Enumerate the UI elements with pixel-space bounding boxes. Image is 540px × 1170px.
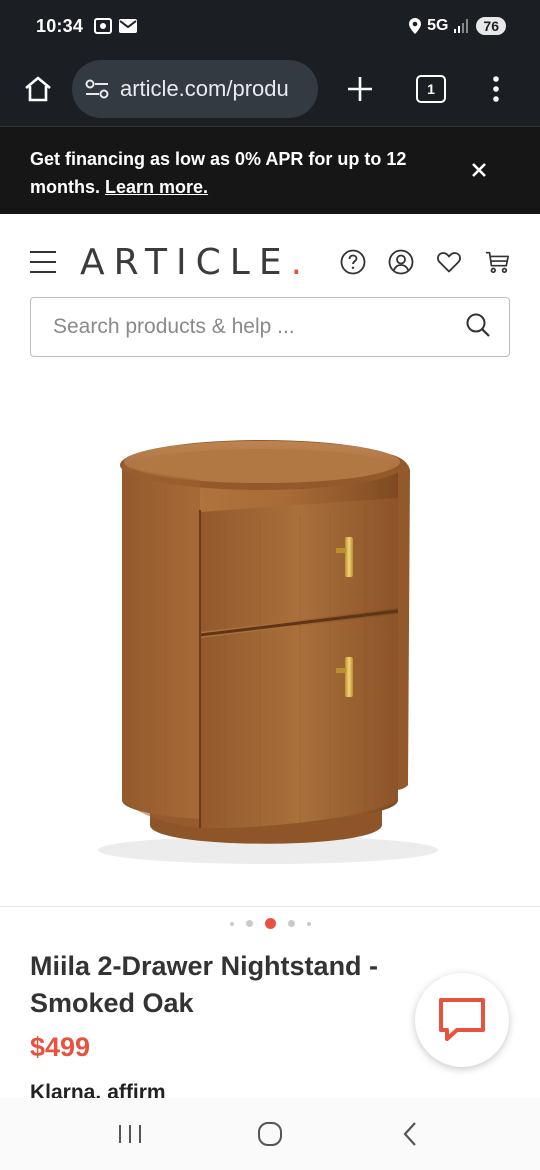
product-image[interactable] — [0, 380, 540, 900]
battery-indicator: 76 — [476, 17, 506, 35]
back-button[interactable] — [390, 1114, 430, 1154]
account-button[interactable] — [388, 249, 414, 275]
product-title: Miila 2-Drawer Nightstand - Smoked Oak — [30, 951, 379, 1018]
network-label: 5G — [427, 17, 449, 34]
carousel-dot[interactable] — [229, 921, 234, 926]
klarna-logo: Klarna. — [30, 1081, 102, 1098]
nightstand-image — [98, 440, 438, 864]
logo-dot: . — [290, 241, 303, 283]
product-price: $499 — [30, 1032, 91, 1062]
image-carousel-dots[interactable] — [0, 918, 540, 929]
cart-icon — [485, 251, 509, 274]
status-time: 10:34 — [36, 15, 84, 36]
url-text: article.com/produ — [120, 76, 289, 101]
home-circle-icon — [258, 1122, 282, 1146]
signal-icon — [454, 19, 469, 33]
browser-toolbar: article.com/produ 1 — [0, 52, 540, 126]
back-icon — [403, 1122, 416, 1146]
cart-button[interactable] — [484, 249, 510, 275]
search-input[interactable] — [53, 315, 465, 339]
plus-icon — [348, 77, 372, 101]
chat-button[interactable] — [415, 973, 509, 1067]
home-button[interactable] — [18, 69, 58, 109]
search-bar — [30, 297, 510, 357]
help-icon — [340, 249, 366, 275]
financing-banner-text: Get financing as low as 0% APR for up to… — [30, 145, 410, 201]
chat-icon — [439, 998, 485, 1041]
location-icon — [409, 18, 422, 34]
browser-menu-button[interactable] — [486, 71, 506, 107]
recent-apps-icon — [119, 1125, 141, 1143]
financing-text: Get financing as low as 0% APR for up to… — [30, 149, 407, 197]
recent-apps-button[interactable] — [110, 1114, 150, 1154]
status-notification-icons — [93, 17, 138, 35]
mail-icon — [119, 19, 138, 33]
header-icons — [340, 249, 510, 275]
address-bar[interactable]: article.com/produ — [72, 60, 318, 118]
status-bar: 10:34 5G 76 — [0, 0, 540, 52]
affirm-logo: affirm — [107, 1081, 166, 1098]
learn-more-link[interactable]: Learn more. — [105, 177, 208, 197]
home-icon — [25, 76, 51, 102]
new-tab-button[interactable] — [342, 71, 378, 107]
close-icon — [472, 163, 486, 177]
carousel-dot[interactable] — [245, 920, 253, 927]
help-button[interactable] — [340, 249, 366, 275]
financing-banner: Get financing as low as 0% APR for up to… — [0, 126, 540, 214]
carousel-dot[interactable] — [287, 920, 295, 927]
menu-icon[interactable] — [30, 251, 56, 273]
system-nav-bar — [0, 1098, 540, 1170]
user-icon — [388, 249, 414, 275]
site-settings-icon[interactable] — [84, 78, 110, 100]
heart-icon — [437, 252, 461, 273]
wishlist-button[interactable] — [436, 249, 462, 275]
close-banner-button[interactable] — [466, 157, 492, 183]
home-nav-button[interactable] — [250, 1114, 290, 1154]
search-icon — [466, 313, 490, 337]
article-logo[interactable]: ARTICLE. — [80, 242, 302, 283]
image-divider — [0, 906, 540, 907]
status-right: 5G 76 — [409, 17, 506, 35]
payment-options: Klarna. affirm — [30, 1078, 230, 1098]
tab-switcher-button[interactable]: 1 — [416, 75, 446, 103]
search-button[interactable] — [465, 312, 491, 343]
screenshot-icon — [94, 18, 113, 34]
carousel-dot-active[interactable] — [264, 918, 276, 929]
more-vertical-icon — [493, 76, 499, 102]
carousel-dot[interactable] — [306, 921, 311, 926]
logo-text: ARTICLE — [80, 241, 291, 283]
site-header: ARTICLE. — [0, 232, 540, 292]
